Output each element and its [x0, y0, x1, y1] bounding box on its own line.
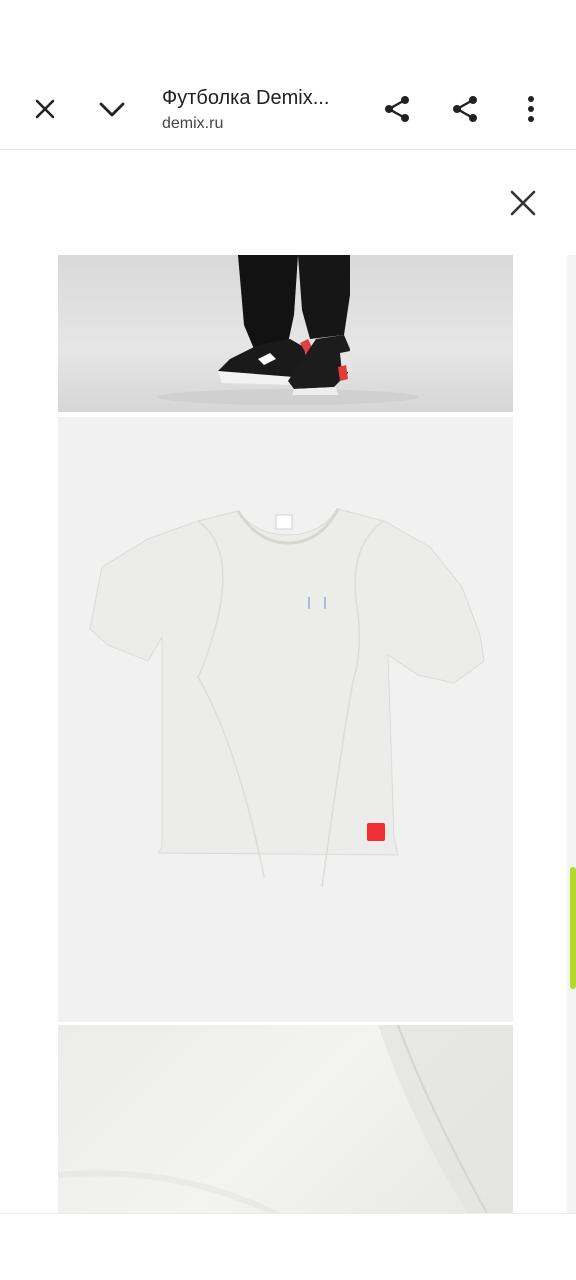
page-url: demix.ru	[162, 115, 224, 132]
more-vert-icon[interactable]	[507, 85, 555, 133]
bottom-bar	[0, 1213, 576, 1280]
page-title-block[interactable]: Футболка Demix... demix.ru	[162, 86, 362, 134]
page-title: Футболка Demix...	[162, 87, 330, 109]
product-photo-sneakers[interactable]	[58, 255, 513, 412]
chevron-down-icon[interactable]	[88, 85, 136, 133]
viewer-close-icon[interactable]	[498, 178, 548, 228]
scrollbar-thumb[interactable]	[570, 867, 576, 989]
image-viewer	[0, 151, 576, 1213]
share-icon[interactable]	[373, 85, 421, 133]
browser-toolbar: Футболка Demix... demix.ru	[0, 0, 576, 150]
product-photo-tshirt[interactable]	[58, 417, 513, 1022]
product-photo-fabric-detail[interactable]	[58, 1025, 513, 1213]
share-alt-icon[interactable]	[441, 85, 489, 133]
scrollbar-track[interactable]	[567, 255, 576, 1213]
close-icon[interactable]	[21, 85, 69, 133]
